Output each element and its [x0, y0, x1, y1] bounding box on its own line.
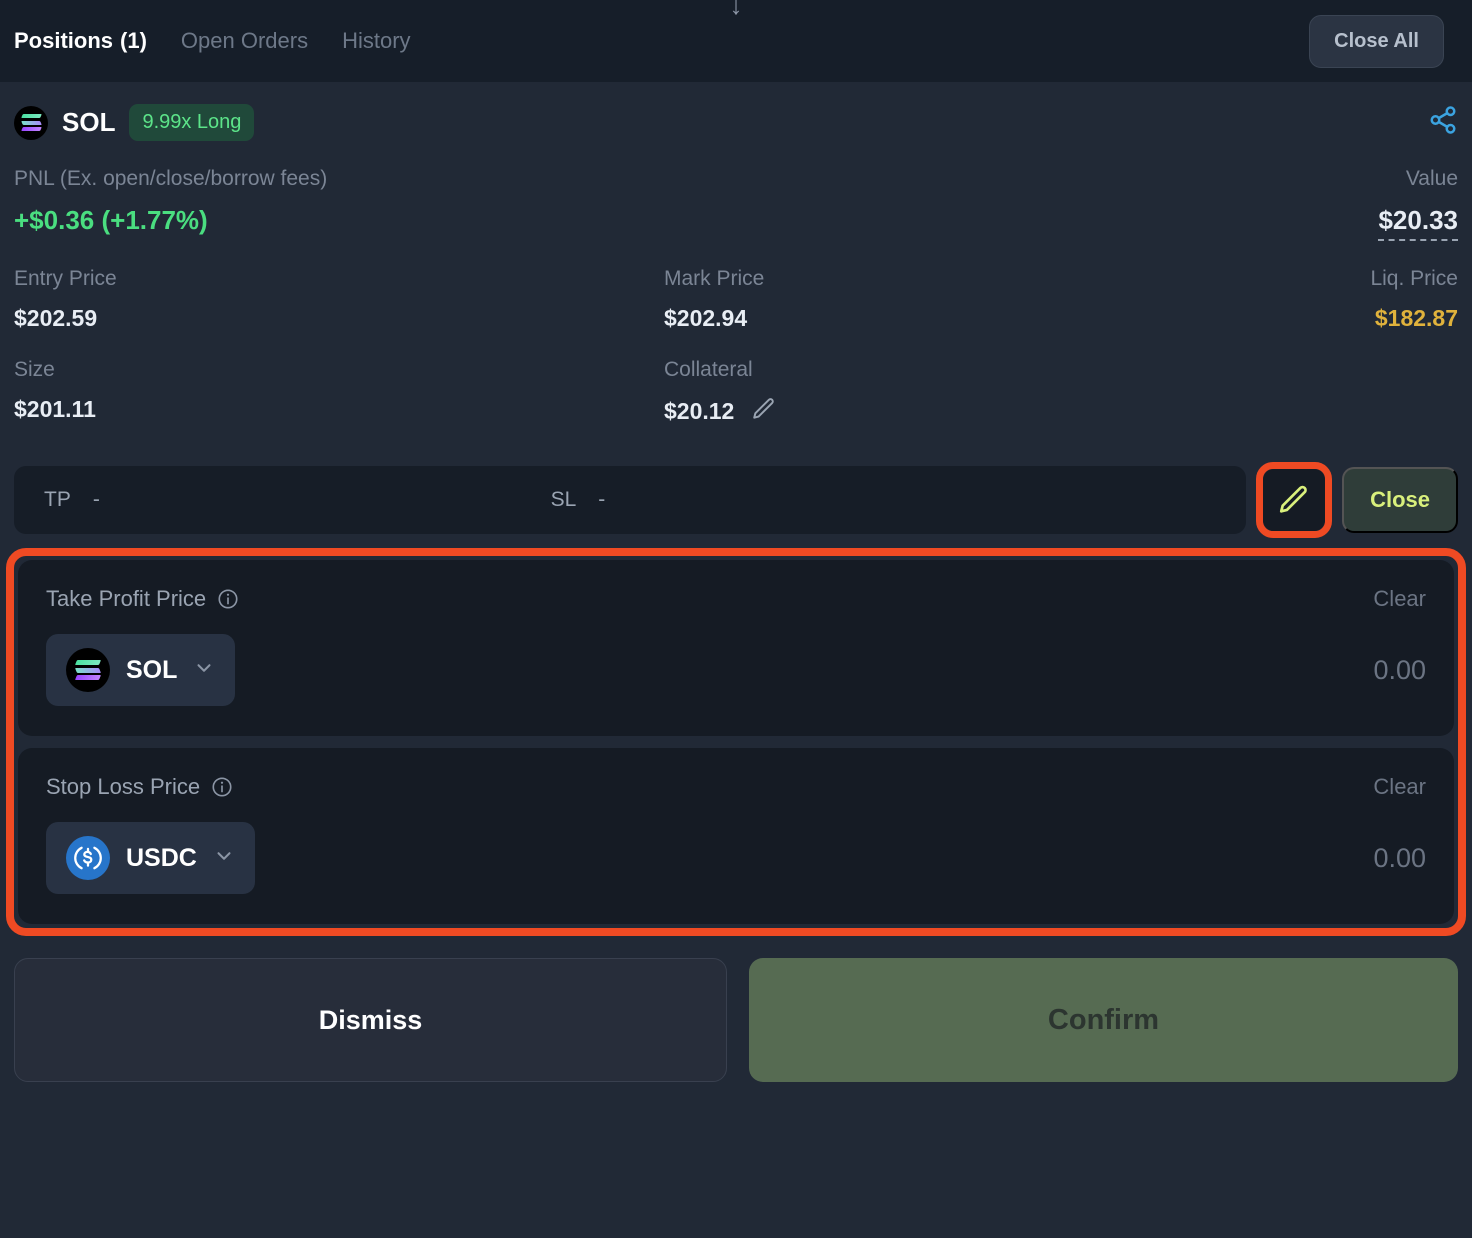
pnl-value-row: PNL (Ex. open/close/borrow fees) +$0.36 … — [14, 167, 1458, 241]
take-profit-amount-input[interactable]: 0.00 — [1373, 655, 1426, 686]
stop-loss-body: USDC 0.00 — [46, 822, 1426, 894]
stop-loss-title: Stop Loss Price — [46, 774, 201, 799]
solana-logo-icon — [14, 105, 48, 140]
tp-value: - — [92, 488, 100, 511]
tab-open-orders[interactable]: Open Orders — [181, 28, 308, 54]
edit-tpsl-highlight — [1256, 462, 1333, 538]
value-field: Value $20.33 — [664, 167, 1458, 241]
stop-loss-clear-button[interactable]: Clear — [1373, 774, 1426, 800]
tab-history-label: History — [342, 28, 411, 53]
value-amount[interactable]: $20.33 — [1378, 205, 1458, 241]
collateral-value: $20.12 — [664, 398, 735, 424]
collateral-label: Collateral — [664, 358, 753, 381]
sl-label: SL — [550, 488, 577, 511]
share-icon[interactable] — [1428, 105, 1458, 140]
sl-value: - — [598, 488, 606, 511]
tab-open-orders-label: Open Orders — [180, 28, 309, 53]
close-position-button[interactable]: Close — [1342, 467, 1458, 533]
size-label: Size — [14, 358, 55, 381]
tpsl-editor: Take Profit Price Clear SOL 0.00 Stop Lo… — [18, 560, 1454, 924]
pencil-icon — [1279, 485, 1307, 513]
confirm-button[interactable]: Confirm — [749, 958, 1458, 1082]
size-collateral-row: Size $201.11 Collateral $20.12 — [14, 358, 1458, 428]
mark-price-field: Mark Price $202.94 — [664, 267, 1274, 332]
stop-loss-amount-input[interactable]: 0.00 — [1373, 843, 1426, 874]
stop-loss-header: Stop Loss Price Clear — [46, 774, 1426, 800]
stop-loss-token-select[interactable]: USDC — [46, 822, 255, 894]
tab-bar: ↓ Positions (1) Open Orders History Close… — [0, 0, 1472, 82]
take-profit-clear-button[interactable]: Clear — [1373, 586, 1426, 612]
liq-price-label: Liq. Price — [1370, 267, 1458, 290]
size-field: Size $201.11 — [14, 358, 664, 428]
value-amount-wrap: $20.33 — [664, 205, 1458, 241]
mark-price-value: $202.94 — [664, 305, 748, 331]
info-circle-icon[interactable] — [217, 588, 239, 610]
pnl-value: +$0.36 (+1.77%) — [14, 205, 208, 235]
take-profit-token-select[interactable]: SOL — [46, 634, 236, 706]
dismiss-button[interactable]: Dismiss — [14, 958, 727, 1082]
position-card: SOL 9.99x Long PNL (Ex. open/close/borro… — [0, 82, 1472, 548]
stop-loss-token-label: USDC — [126, 843, 197, 872]
size-value: $201.11 — [14, 396, 96, 422]
take-profit-token-label: SOL — [126, 655, 178, 684]
take-profit-header: Take Profit Price Clear — [46, 586, 1426, 612]
tab-positions[interactable]: Positions (1) — [14, 28, 147, 54]
take-profit-body: SOL 0.00 — [46, 634, 1426, 706]
footer-actions: Dismiss Confirm — [0, 936, 1472, 1082]
tab-list: Positions (1) Open Orders History — [14, 28, 411, 54]
pnl-label: PNL (Ex. open/close/borrow fees) — [14, 167, 328, 190]
solana-logo-icon — [66, 648, 110, 692]
edit-tpsl-button[interactable] — [1263, 469, 1326, 531]
tpsl-editor-highlight: Take Profit Price Clear SOL 0.00 Stop Lo… — [6, 548, 1466, 936]
prices-row: Entry Price $202.59 Mark Price $202.94 L… — [14, 267, 1458, 332]
take-profit-panel: Take Profit Price Clear SOL 0.00 — [18, 560, 1454, 736]
tab-positions-label: Positions — [14, 28, 114, 53]
tab-history[interactable]: History — [342, 28, 410, 54]
chevron-down-icon — [193, 657, 215, 683]
arrow-down-icon: ↓ — [729, 0, 743, 20]
pencil-icon[interactable] — [751, 396, 777, 428]
position-symbol: SOL — [62, 107, 116, 137]
tp-summary: TP - — [44, 488, 100, 512]
entry-price-value: $202.59 — [14, 305, 98, 331]
close-all-button[interactable]: Close All — [1309, 14, 1444, 68]
mark-price-label: Mark Price — [664, 267, 765, 290]
position-header: SOL 9.99x Long — [14, 104, 1458, 141]
chevron-down-icon — [213, 845, 235, 871]
tab-positions-count: (1) — [120, 28, 147, 53]
leverage-badge: 9.99x Long — [129, 104, 255, 141]
value-label: Value — [1405, 167, 1458, 190]
tp-label: TP — [44, 488, 71, 511]
tpsl-strip: TP - SL - Close — [14, 462, 1458, 548]
usdc-logo-icon — [66, 836, 110, 880]
collateral-field: Collateral $20.12 — [664, 358, 1274, 428]
liq-price-value: $182.87 — [1374, 305, 1458, 331]
collateral-value-wrap: $20.12 — [664, 396, 1274, 428]
stop-loss-panel: Stop Loss Price Clear USDC 0.00 — [18, 748, 1454, 924]
sl-summary: SL - — [551, 488, 606, 512]
info-circle-icon[interactable] — [211, 776, 233, 798]
liq-price-field: Liq. Price $182.87 — [1274, 267, 1458, 332]
pnl-field: PNL (Ex. open/close/borrow fees) +$0.36 … — [14, 167, 664, 241]
entry-price-label: Entry Price — [14, 267, 117, 290]
take-profit-title: Take Profit Price — [46, 586, 207, 611]
entry-price-field: Entry Price $202.59 — [14, 267, 664, 332]
tpsl-summary: TP - SL - — [14, 466, 1247, 534]
